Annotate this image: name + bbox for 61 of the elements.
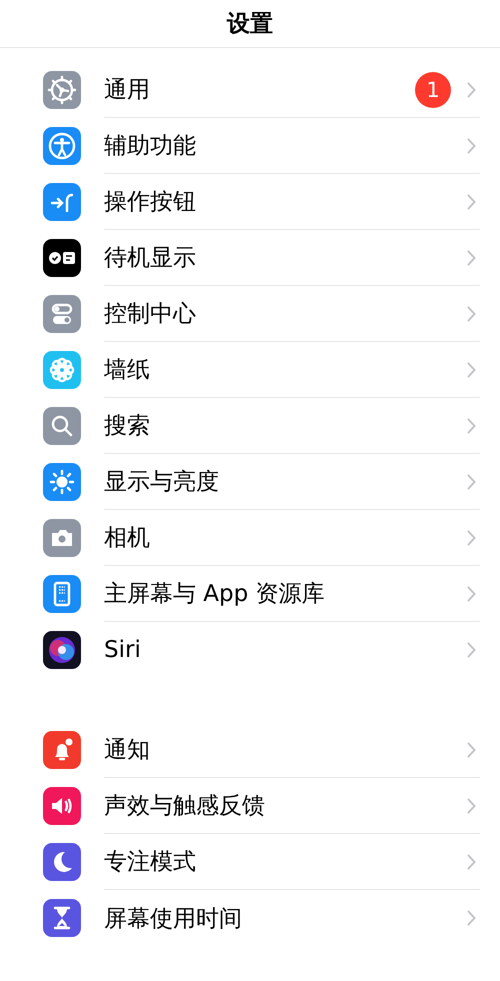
settings-row[interactable]: 操作按钮 (0, 174, 500, 230)
accessibility-icon (43, 127, 81, 165)
row-label: 专注模式 (104, 848, 197, 877)
chevron-icon (467, 742, 476, 758)
phone-icon (43, 575, 81, 613)
chevron-icon (467, 82, 476, 98)
sun-icon (43, 463, 81, 501)
row-label: 操作按钮 (104, 188, 197, 217)
settings-row[interactable]: 相机 (0, 510, 500, 566)
chevron-icon (467, 250, 476, 266)
chevron-icon (467, 474, 476, 490)
settings-row[interactable]: 墙纸 (0, 342, 500, 398)
bell-icon (43, 731, 81, 769)
row-label: 搜索 (104, 412, 151, 441)
settings-row[interactable]: Siri (0, 622, 500, 678)
moon-icon (43, 843, 81, 881)
gear-icon (43, 71, 81, 109)
row-label: 待机显示 (104, 244, 197, 273)
chevron-icon (467, 138, 476, 154)
flower-icon (43, 351, 81, 389)
chevron-icon (467, 362, 476, 378)
chevron-icon (467, 194, 476, 210)
settings-row[interactable]: 辅助功能 (0, 118, 500, 174)
notification-badge: 1 (415, 72, 451, 108)
chevron-icon (467, 586, 476, 602)
chevron-icon (467, 530, 476, 546)
settings-row[interactable]: 屏幕使用时间 (0, 890, 500, 946)
toggles-icon (43, 295, 81, 333)
row-label: 声效与触感反馈 (104, 792, 266, 821)
row-label: 通用 (104, 76, 151, 105)
chevron-icon (467, 642, 476, 658)
settings-row[interactable]: 主屏幕与 App 资源库 (0, 566, 500, 622)
hourglass-icon (43, 899, 81, 937)
settings-row[interactable]: 声效与触感反馈 (0, 778, 500, 834)
row-label: 相机 (104, 524, 151, 553)
settings-row[interactable]: 通知 (0, 722, 500, 778)
row-label: 通知 (104, 736, 151, 765)
chevron-icon (467, 798, 476, 814)
settings-row[interactable]: 待机显示 (0, 230, 500, 286)
settings-row[interactable]: 专注模式 (0, 834, 500, 890)
row-label: Siri (104, 637, 142, 663)
settings-row[interactable]: 搜索 (0, 398, 500, 454)
settings-row[interactable]: 显示与亮度 (0, 454, 500, 510)
chevron-icon (467, 854, 476, 870)
row-label: 墙纸 (104, 356, 151, 385)
camera-icon (43, 519, 81, 557)
row-label: 显示与亮度 (104, 468, 220, 497)
row-label: 控制中心 (104, 300, 197, 329)
row-label: 辅助功能 (104, 132, 197, 161)
chevron-icon (467, 306, 476, 322)
clock-card-icon (43, 239, 81, 277)
siri-icon (43, 631, 81, 669)
chevron-icon (467, 910, 476, 926)
settings-row[interactable]: 控制中心 (0, 286, 500, 342)
row-label: 主屏幕与 App 资源库 (104, 580, 326, 609)
speaker-icon (43, 787, 81, 825)
settings-row[interactable]: 通用 1 (0, 62, 500, 118)
row-label: 屏幕使用时间 (104, 904, 243, 934)
screen-title: 设置 (227, 10, 273, 39)
search-icon (43, 407, 81, 445)
chevron-icon (467, 418, 476, 434)
